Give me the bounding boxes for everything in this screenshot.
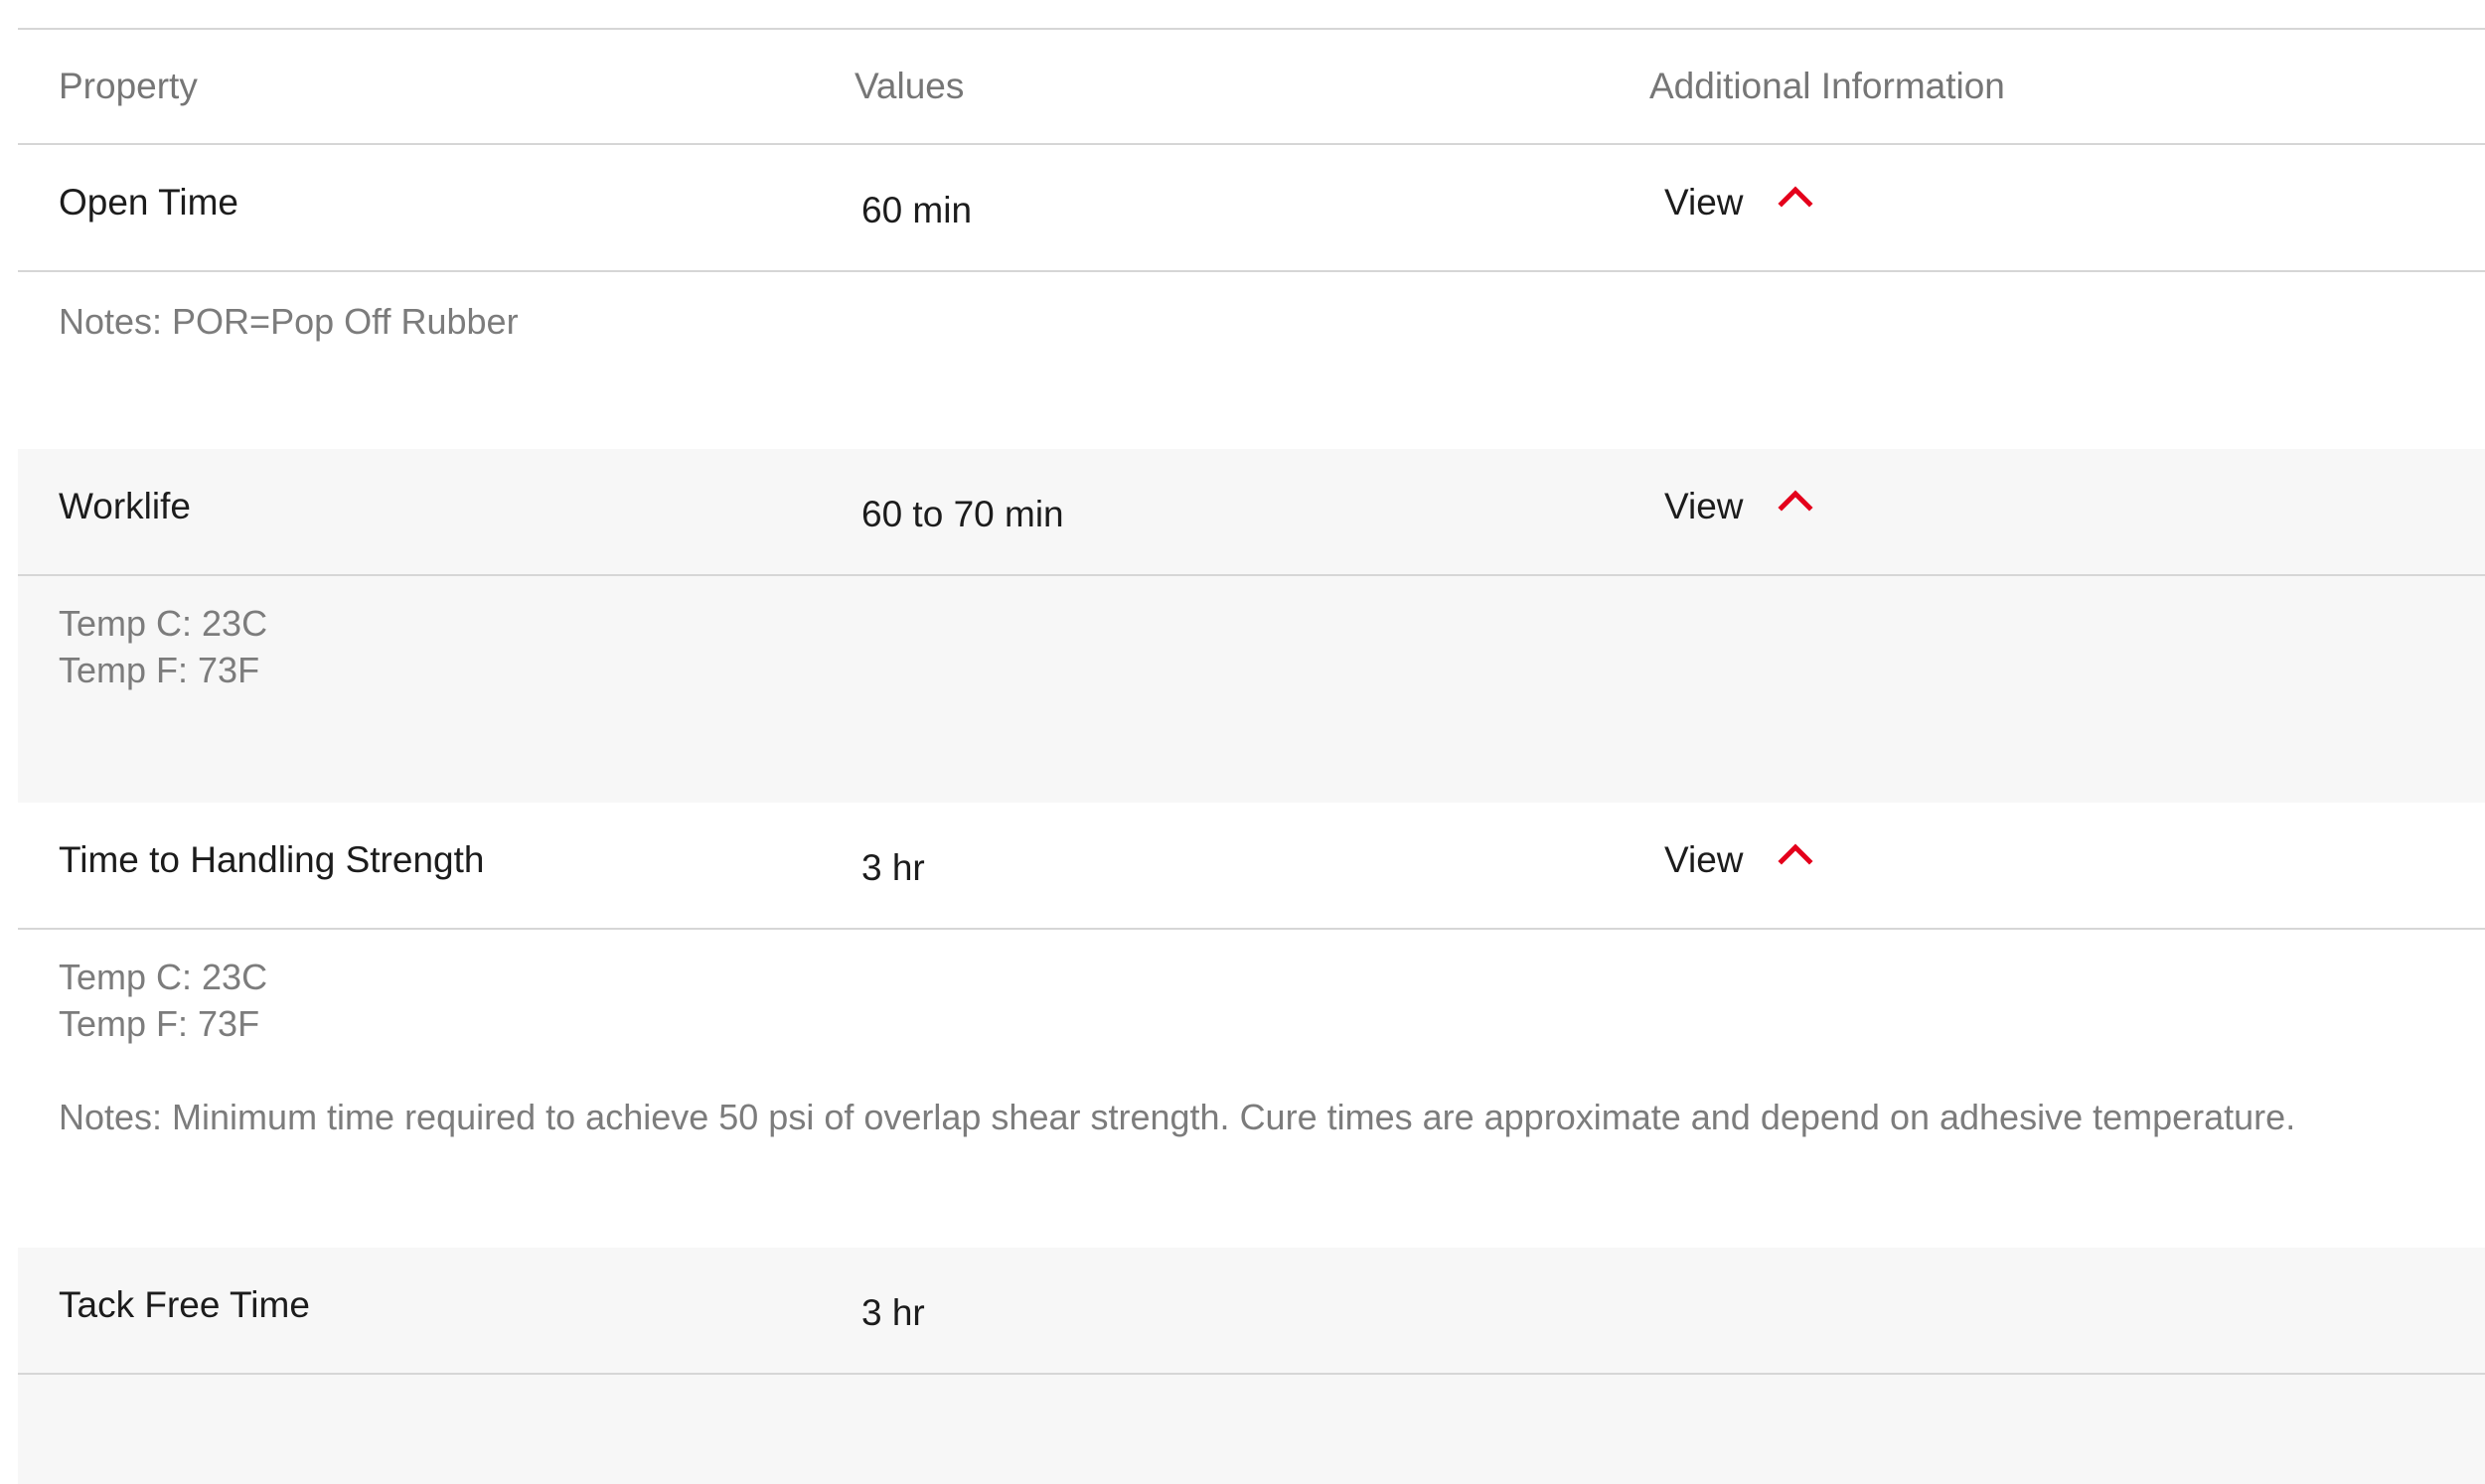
property-value: 3 hr [861,847,925,888]
view-link[interactable]: View [1664,839,1744,881]
header-additional-information: Additional Information [1649,66,2005,106]
details-temp-c: Temp C: 23C [59,957,268,997]
details-notes: Notes: Minimum time required to achieve … [59,1097,2296,1137]
property-value: 60 min [861,190,973,230]
row-details-time-to-handling-strength: Temp C: 23C Temp F: 73F Notes: Minimum t… [18,930,2485,1248]
row-details-worklife: Temp C: 23C Temp F: 73F [18,576,2485,803]
table-header: Property Values Additional Information [18,28,2485,145]
property-name: Tack Free Time [59,1284,310,1325]
header-property: Property [59,66,198,106]
property-value: 60 to 70 min [861,494,1064,534]
properties-table: Property Values Additional Information O… [18,28,2485,1484]
details-temp-f: Temp F: 73F [59,1003,260,1044]
view-link[interactable]: View [1664,182,1744,223]
chevron-up-icon[interactable] [1776,837,1815,867]
property-value: 3 hr [861,1292,925,1333]
row-details-tack-free-time [18,1375,2485,1484]
table-row-worklife: Worklife 60 to 70 min View [18,449,2485,576]
table-row-open-time: Open Time 60 min View [18,145,2485,272]
property-name: Open Time [59,182,238,223]
view-link[interactable]: View [1664,486,1744,527]
header-values: Values [854,66,965,106]
chevron-up-icon[interactable] [1776,180,1815,210]
details-temp-c: Temp C: 23C [59,603,268,644]
property-name: Time to Handling Strength [59,839,485,880]
view-toggle[interactable]: View [1664,839,1815,881]
chevron-up-icon[interactable] [1776,484,1815,514]
property-name: Worklife [59,486,191,526]
details-temp-f: Temp F: 73F [59,650,260,690]
details-notes: Notes: POR=Pop Off Rubber [59,301,519,342]
table-row-time-to-handling-strength: Time to Handling Strength 3 hr View [18,803,2485,930]
view-toggle[interactable]: View [1664,486,1815,527]
table-row-tack-free-time: Tack Free Time 3 hr [18,1248,2485,1375]
view-toggle[interactable]: View [1664,182,1815,223]
row-details-open-time: Notes: POR=Pop Off Rubber [18,272,2485,449]
